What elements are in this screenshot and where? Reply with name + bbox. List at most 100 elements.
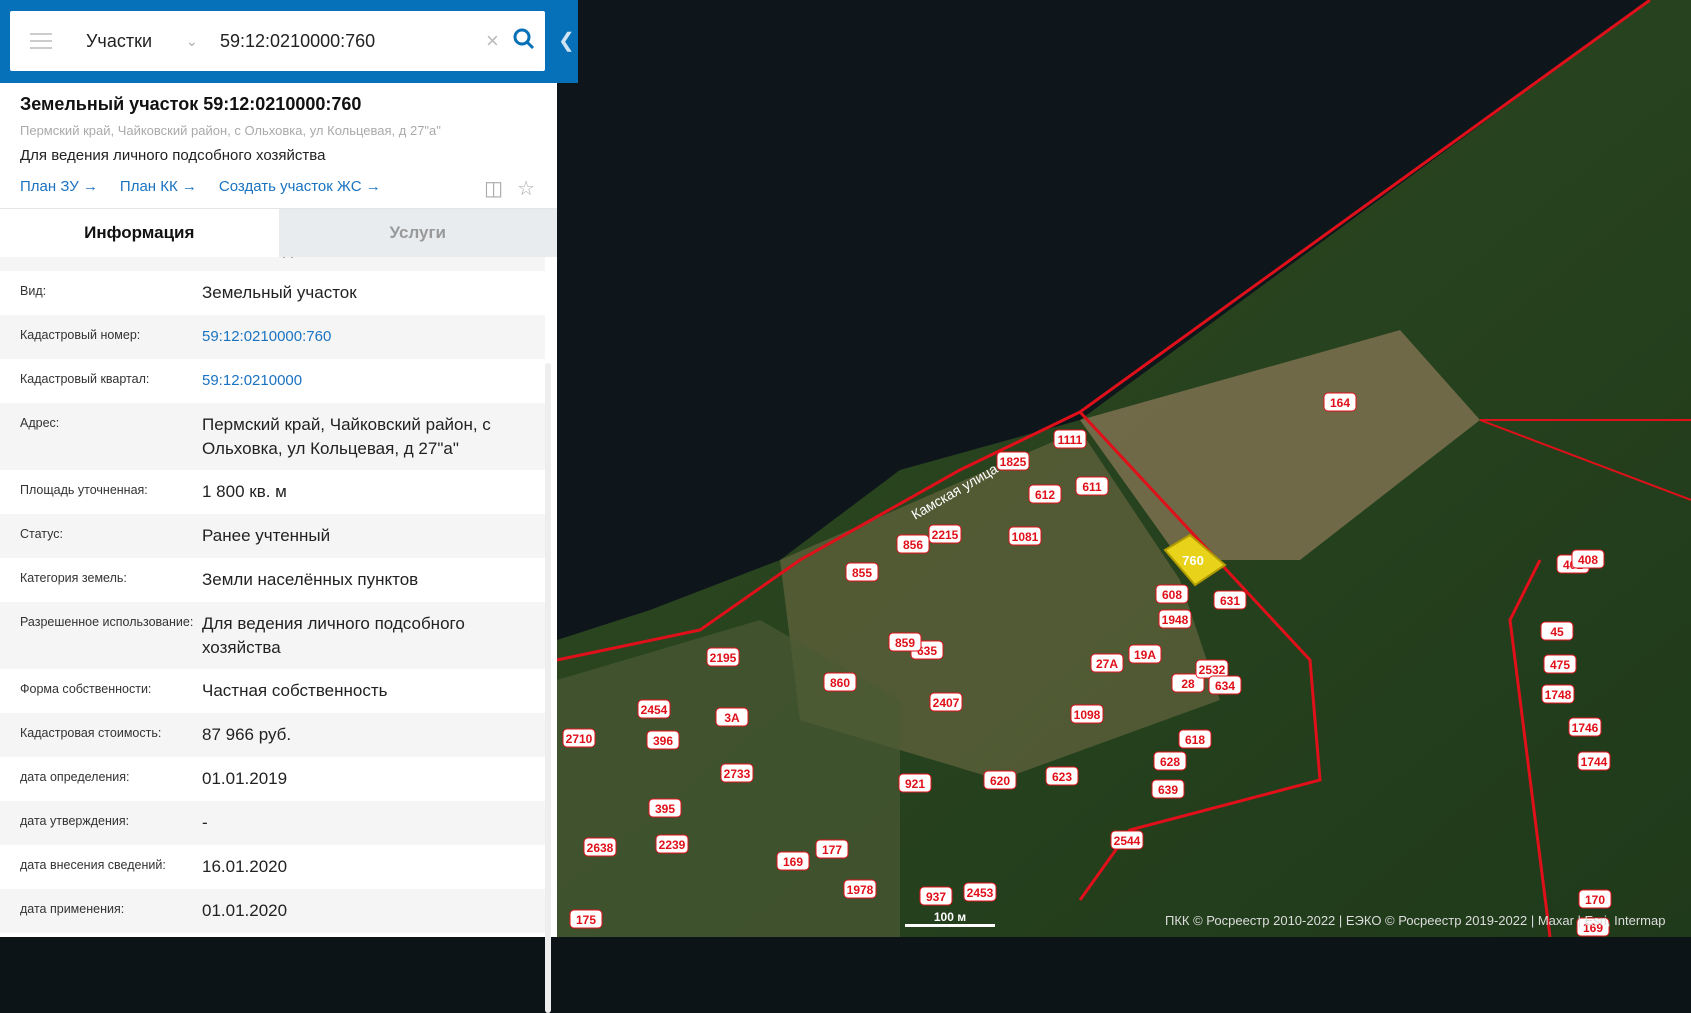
parcel-label[interactable]: 1081 xyxy=(1012,530,1039,544)
row-value: Ранее учтенный xyxy=(202,526,331,545)
parcel-label[interactable]: 2239 xyxy=(659,838,686,852)
row-label: дата утверждения: xyxy=(20,814,130,828)
row-label: дата внесения сведений: xyxy=(20,858,166,872)
search-input[interactable] xyxy=(220,30,480,52)
row-value: 1 800 кв. м xyxy=(202,482,287,501)
parcel-label[interactable]: 396 xyxy=(653,734,673,748)
parcel-label[interactable]: 395 xyxy=(655,802,675,816)
parcel-label[interactable]: 937 xyxy=(926,890,946,904)
table-row: Кадастровый номер: 59:12:0210000:760 xyxy=(0,315,545,359)
tab-info[interactable]: Информация xyxy=(0,209,279,257)
row-value: Для ведения личного подсобного хозяйства xyxy=(202,614,465,657)
row-label: Кадастровый квартал: xyxy=(20,372,150,386)
map-attribution: ПКК © Росреестр 2010-2022 | ЕЭКО © Росре… xyxy=(1165,913,1666,928)
parcel-label[interactable]: 1948 xyxy=(1162,613,1189,627)
create-parcel-link[interactable]: Создать участок ЖС → xyxy=(219,178,381,195)
row-value[interactable]: 59:12:0210000 xyxy=(202,369,545,394)
parcel-label[interactable]: 631 xyxy=(1220,594,1240,608)
table-row: дата применения: 01.01.2020 xyxy=(0,889,545,933)
parcel-label[interactable]: 475 xyxy=(1550,658,1570,672)
parcel-label[interactable]: 611 xyxy=(1082,480,1102,494)
parcel-label[interactable]: 855 xyxy=(852,566,872,580)
parcel-label[interactable]: 1825 xyxy=(1000,455,1027,469)
parcel-label[interactable]: 164 xyxy=(1330,396,1350,410)
selected-parcel-label[interactable]: 760 xyxy=(1182,553,1204,568)
parcel-label[interactable]: 169 xyxy=(783,855,803,869)
parcel-label[interactable]: 2453 xyxy=(967,886,994,900)
row-value: 87 966 руб. xyxy=(202,725,292,744)
parcel-label[interactable]: 28 xyxy=(1181,677,1195,691)
parcel-label[interactable]: 2733 xyxy=(724,767,751,781)
table-row: дата определения: 01.01.2019 xyxy=(0,757,545,801)
table-row: Форма собственности: Частная собственност… xyxy=(0,669,545,713)
parcel-label[interactable]: 170 xyxy=(1585,893,1605,907)
parcel-label[interactable]: 859 xyxy=(895,636,915,650)
parcel-label[interactable]: 620 xyxy=(990,774,1010,788)
row-value: 16.01.2020 xyxy=(202,857,288,876)
row-label: Форма собственности: xyxy=(20,682,152,696)
parcel-label[interactable]: 45 xyxy=(1550,625,1564,639)
parcel-label[interactable]: 608 xyxy=(1162,588,1182,602)
star-icon[interactable]: ☆ xyxy=(517,176,535,201)
row-value: - xyxy=(202,813,208,832)
parcel-label[interactable]: 2532 xyxy=(1199,663,1226,677)
search-bar: Участки ⌄ × xyxy=(10,11,545,71)
parcel-label[interactable]: 2215 xyxy=(932,528,959,542)
parcel-label[interactable]: 2544 xyxy=(1114,834,1141,848)
parcel-label[interactable]: 2195 xyxy=(710,651,737,665)
parcel-label[interactable]: 618 xyxy=(1185,733,1205,747)
parcel-label[interactable]: 1098 xyxy=(1074,708,1101,722)
find-on-map-icon[interactable]: ◫ xyxy=(484,176,503,201)
collapse-panel-icon[interactable]: ❮ xyxy=(558,28,575,53)
parcel-label[interactable]: 921 xyxy=(905,777,925,791)
plan-kk-link[interactable]: План КК → xyxy=(120,178,197,195)
table-row: Тип:Объект недвижимости xyxy=(0,257,545,271)
parcel-label[interactable]: 1744 xyxy=(1581,755,1608,769)
close-icon[interactable]: × xyxy=(486,28,499,54)
row-value: 01.01.2019 xyxy=(202,769,288,788)
parcel-label[interactable]: 623 xyxy=(1052,770,1072,784)
parcel-label[interactable]: 3А xyxy=(724,711,740,725)
plan-zu-link[interactable]: План ЗУ → xyxy=(20,178,98,195)
row-value: Частная собственность xyxy=(202,681,388,700)
row-value: Пермский край, Чайковский район, с Ольхо… xyxy=(202,415,491,458)
search-header: Участки ⌄ × ❮ xyxy=(0,0,578,83)
parcel-label[interactable]: 175 xyxy=(576,913,596,927)
parcel-label[interactable]: 2638 xyxy=(587,841,614,855)
table-row: Категория земель: Земли населённых пункто… xyxy=(0,558,545,602)
tab-services[interactable]: Услуги xyxy=(278,209,557,257)
row-value: Объект недвижимости xyxy=(202,257,545,262)
search-icon[interactable] xyxy=(513,28,535,55)
parcel-label[interactable]: 1978 xyxy=(847,883,874,897)
parcel-label[interactable]: 1111 xyxy=(1058,433,1083,447)
table-row: Адрес: Пермский край, Чайковский район, с… xyxy=(0,403,545,470)
menu-icon[interactable] xyxy=(30,33,52,49)
row-label: дата применения: xyxy=(20,902,125,916)
row-label: Адрес: xyxy=(20,416,60,430)
row-label: Разрешенное использование: xyxy=(20,615,194,629)
row-label: Категория земель: xyxy=(20,571,127,585)
parcel-label[interactable]: 639 xyxy=(1158,783,1178,797)
row-label: Статус: xyxy=(20,527,63,541)
parcel-label[interactable]: 1746 xyxy=(1572,721,1599,735)
parcel-label[interactable]: 856 xyxy=(903,538,923,552)
scrollbar[interactable] xyxy=(545,363,551,1013)
parcel-label[interactable]: 27А xyxy=(1096,657,1118,671)
parcel-label[interactable]: 2710 xyxy=(566,732,593,746)
layer-select[interactable]: Участки xyxy=(86,31,186,52)
row-value[interactable]: 59:12:0210000:760 xyxy=(202,325,545,350)
parcel-label[interactable]: 2454 xyxy=(641,703,668,717)
table-row: Кадастровая стоимость: 87 966 руб. xyxy=(0,713,545,757)
chevron-down-icon[interactable]: ⌄ xyxy=(186,33,216,50)
parcel-label[interactable]: 177 xyxy=(822,843,842,857)
parcel-label[interactable]: 634 xyxy=(1215,679,1235,693)
parcel-label[interactable]: 628 xyxy=(1160,755,1180,769)
row-label: Площадь уточненная: xyxy=(20,483,148,497)
parcel-label[interactable]: 860 xyxy=(830,676,850,690)
parcel-label[interactable]: 408 xyxy=(1578,553,1598,567)
parcel-label[interactable]: 19А xyxy=(1134,648,1156,662)
table-row: Площадь уточненная: 1 800 кв. м xyxy=(0,470,545,514)
parcel-label[interactable]: 1748 xyxy=(1545,688,1572,702)
parcel-label[interactable]: 2407 xyxy=(933,696,960,710)
parcel-label[interactable]: 612 xyxy=(1035,488,1055,502)
